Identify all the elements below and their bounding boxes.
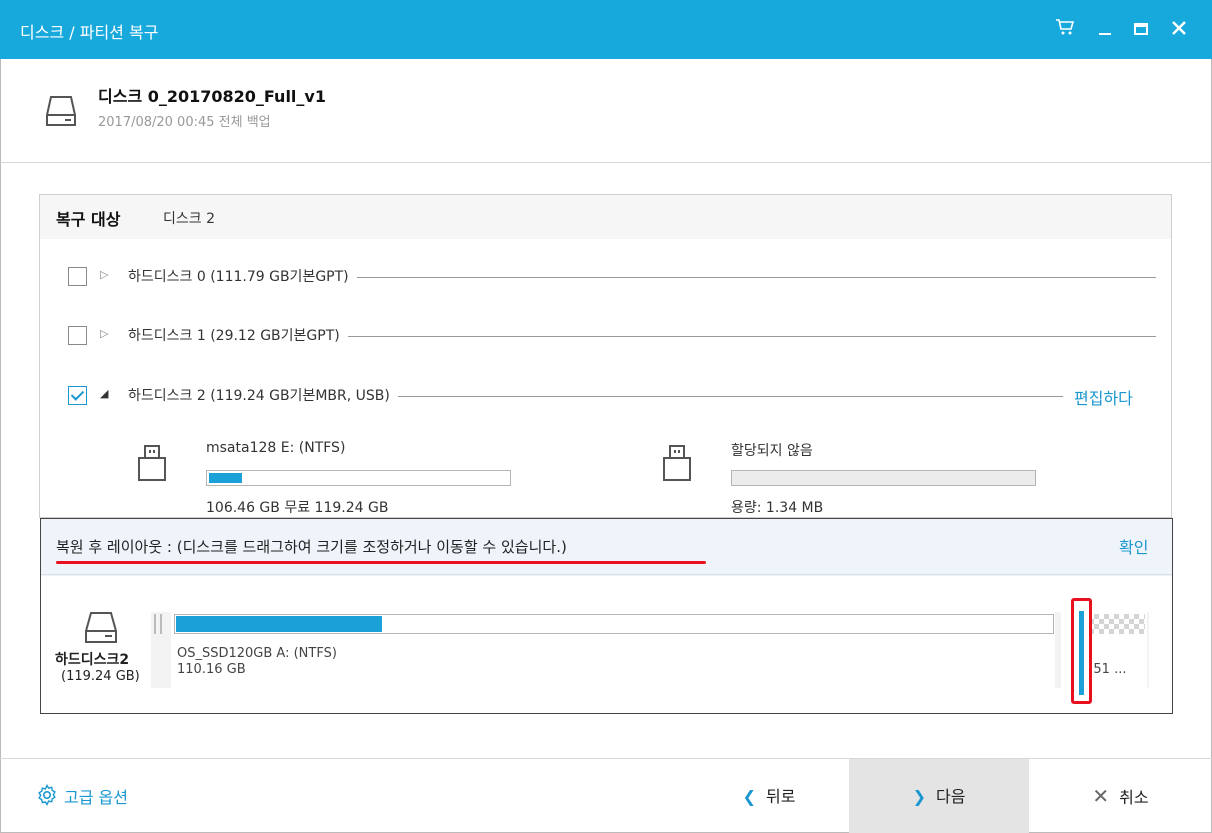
red-underline-annotation [56, 561, 706, 564]
unallocated-pattern [1089, 614, 1145, 634]
layout-disk-name: 하드디스크2 [55, 652, 130, 668]
partition-name: 할당되지 않음 [731, 443, 813, 459]
usb-drive-icon [661, 444, 693, 488]
layout-partition-bar [174, 614, 1054, 634]
next-label: 다음 [935, 787, 966, 806]
partition-card-unallocated[interactable]: 할당되지 않음 용량: 1.34 MB [661, 440, 1061, 517]
expand-arrow-icon[interactable]: ▷ [100, 327, 108, 340]
layout-instruction: 복원 후 레이아웃 : (디스크를 드래그하여 크기를 조정하거나 이동할 수 … [56, 538, 567, 556]
backup-header: 디스크 0_20170820_Full_v1 2017/08/20 00:45 … [0, 59, 1212, 163]
restore-target-header: 복구 대상 디스크 2 [40, 195, 1171, 239]
layout-after-restore-panel: 복원 후 레이아웃 : (디스크를 드래그하여 크기를 조정하거나 이동할 수 … [40, 518, 1173, 714]
disk-2-label: 하드디스크 2 (119.24 GB기본MBR, USB) [128, 385, 398, 405]
expand-arrow-icon[interactable]: ▷ [100, 268, 108, 281]
layout-partition-fill [176, 616, 382, 632]
layout-disk-strip: 하드디스크2 (119.24 GB) OS_SSD120GB A: (NTFS)… [41, 576, 1172, 713]
cancel-button[interactable]: ✕ 취소 [1029, 759, 1212, 833]
next-button[interactable]: ❯ 다음 [849, 759, 1029, 833]
footer-bar: 고급 옵션 ❮ 뒤로 ❯ 다음 ✕ 취소 [0, 758, 1212, 833]
layout-partition-main[interactable]: OS_SSD120GB A: (NTFS) 110.16 GB [171, 612, 1055, 688]
back-button[interactable]: ❮ 뒤로 [690, 759, 848, 833]
restore-target-panel: 복구 대상 디스크 2 ▷ 하드디스크 0 (111.79 GB기본GPT) ▷… [39, 194, 1172, 518]
disk-row-2[interactable]: ◢ 하드디스크 2 (119.24 GB기본MBR, USB) [68, 384, 1128, 408]
chevron-right-icon: ❯ [912, 787, 926, 806]
layout-disk-info: 하드디스크2 (119.24 GB) [41, 576, 151, 713]
edit-link[interactable]: 편집하다 [1074, 385, 1133, 409]
usb-drive-icon [136, 444, 168, 488]
partition-usage-bar [731, 470, 1036, 486]
disk-2-checkbox[interactable] [68, 386, 87, 405]
partition-size: 106.46 GB 무료 119.24 GB [206, 500, 389, 516]
cart-icon[interactable] [1050, 14, 1080, 44]
disk-0-label: 하드디스크 0 (111.79 GB기본GPT) [128, 266, 357, 286]
maximize-button[interactable] [1126, 14, 1156, 44]
backup-subtitle: 2017/08/20 00:45 전체 백업 [98, 115, 271, 130]
drag-handle-bar [1079, 611, 1084, 695]
backup-name: 디스크 0_20170820_Full_v1 [98, 87, 326, 106]
disk-row-1[interactable]: ▷ 하드디스크 1 (29.12 GB기본GPT) [68, 324, 1156, 348]
partition-drag-handle[interactable] [1071, 598, 1092, 704]
partition-usage-fill [209, 473, 242, 483]
layout-partition-size: 110.16 GB [177, 662, 246, 677]
partition-size: 용량: 1.34 MB [731, 500, 824, 516]
restore-target-value: 디스크 2 [163, 211, 215, 227]
disk-1-label: 하드디스크 1 (29.12 GB기본GPT) [128, 325, 348, 345]
close-icon: ✕ [1092, 784, 1110, 808]
cancel-label: 취소 [1119, 788, 1149, 807]
window-title: 디스크 / 파티션 복구 [20, 23, 159, 42]
gear-icon [36, 784, 58, 810]
hard-disk-icon [83, 610, 119, 650]
confirm-link[interactable]: 확인 [1119, 534, 1148, 558]
minimize-button[interactable] [1090, 14, 1120, 44]
partition-card[interactable]: msata128 E: (NTFS) 106.46 GB 무료 119.24 G… [136, 440, 536, 517]
hard-disk-icon [45, 95, 77, 133]
resize-handle[interactable] [160, 614, 162, 634]
partition-name: msata128 E: (NTFS) [206, 440, 346, 456]
advanced-options-link[interactable]: 고급 옵션 [36, 784, 128, 810]
chevron-left-icon: ❮ [742, 787, 756, 806]
collapse-arrow-icon[interactable]: ◢ [100, 387, 108, 400]
layout-partition-name: OS_SSD120GB A: (NTFS) [177, 646, 337, 661]
advanced-options-label: 고급 옵션 [64, 788, 128, 807]
disk-1-checkbox[interactable] [68, 326, 87, 345]
title-bar: 디스크 / 파티션 복구 [0, 0, 1212, 59]
resize-handle[interactable] [154, 614, 156, 634]
close-button[interactable] [1164, 14, 1194, 44]
disk-0-checkbox[interactable] [68, 267, 87, 286]
layout-disk-size: (119.24 GB) [61, 669, 140, 684]
back-label: 뒤로 [765, 787, 796, 806]
disk-row-0[interactable]: ▷ 하드디스크 0 (111.79 GB기본GPT) [68, 265, 1156, 289]
layout-partition-area: OS_SSD120GB A: (NTFS) 110.16 GB 7.51 ... [151, 612, 1149, 688]
restore-target-label: 복구 대상 [56, 210, 121, 229]
partition-usage-bar [206, 470, 511, 486]
layout-header: 복원 후 레이아웃 : (디스크를 드래그하여 크기를 조정하거나 이동할 수 … [41, 519, 1172, 575]
